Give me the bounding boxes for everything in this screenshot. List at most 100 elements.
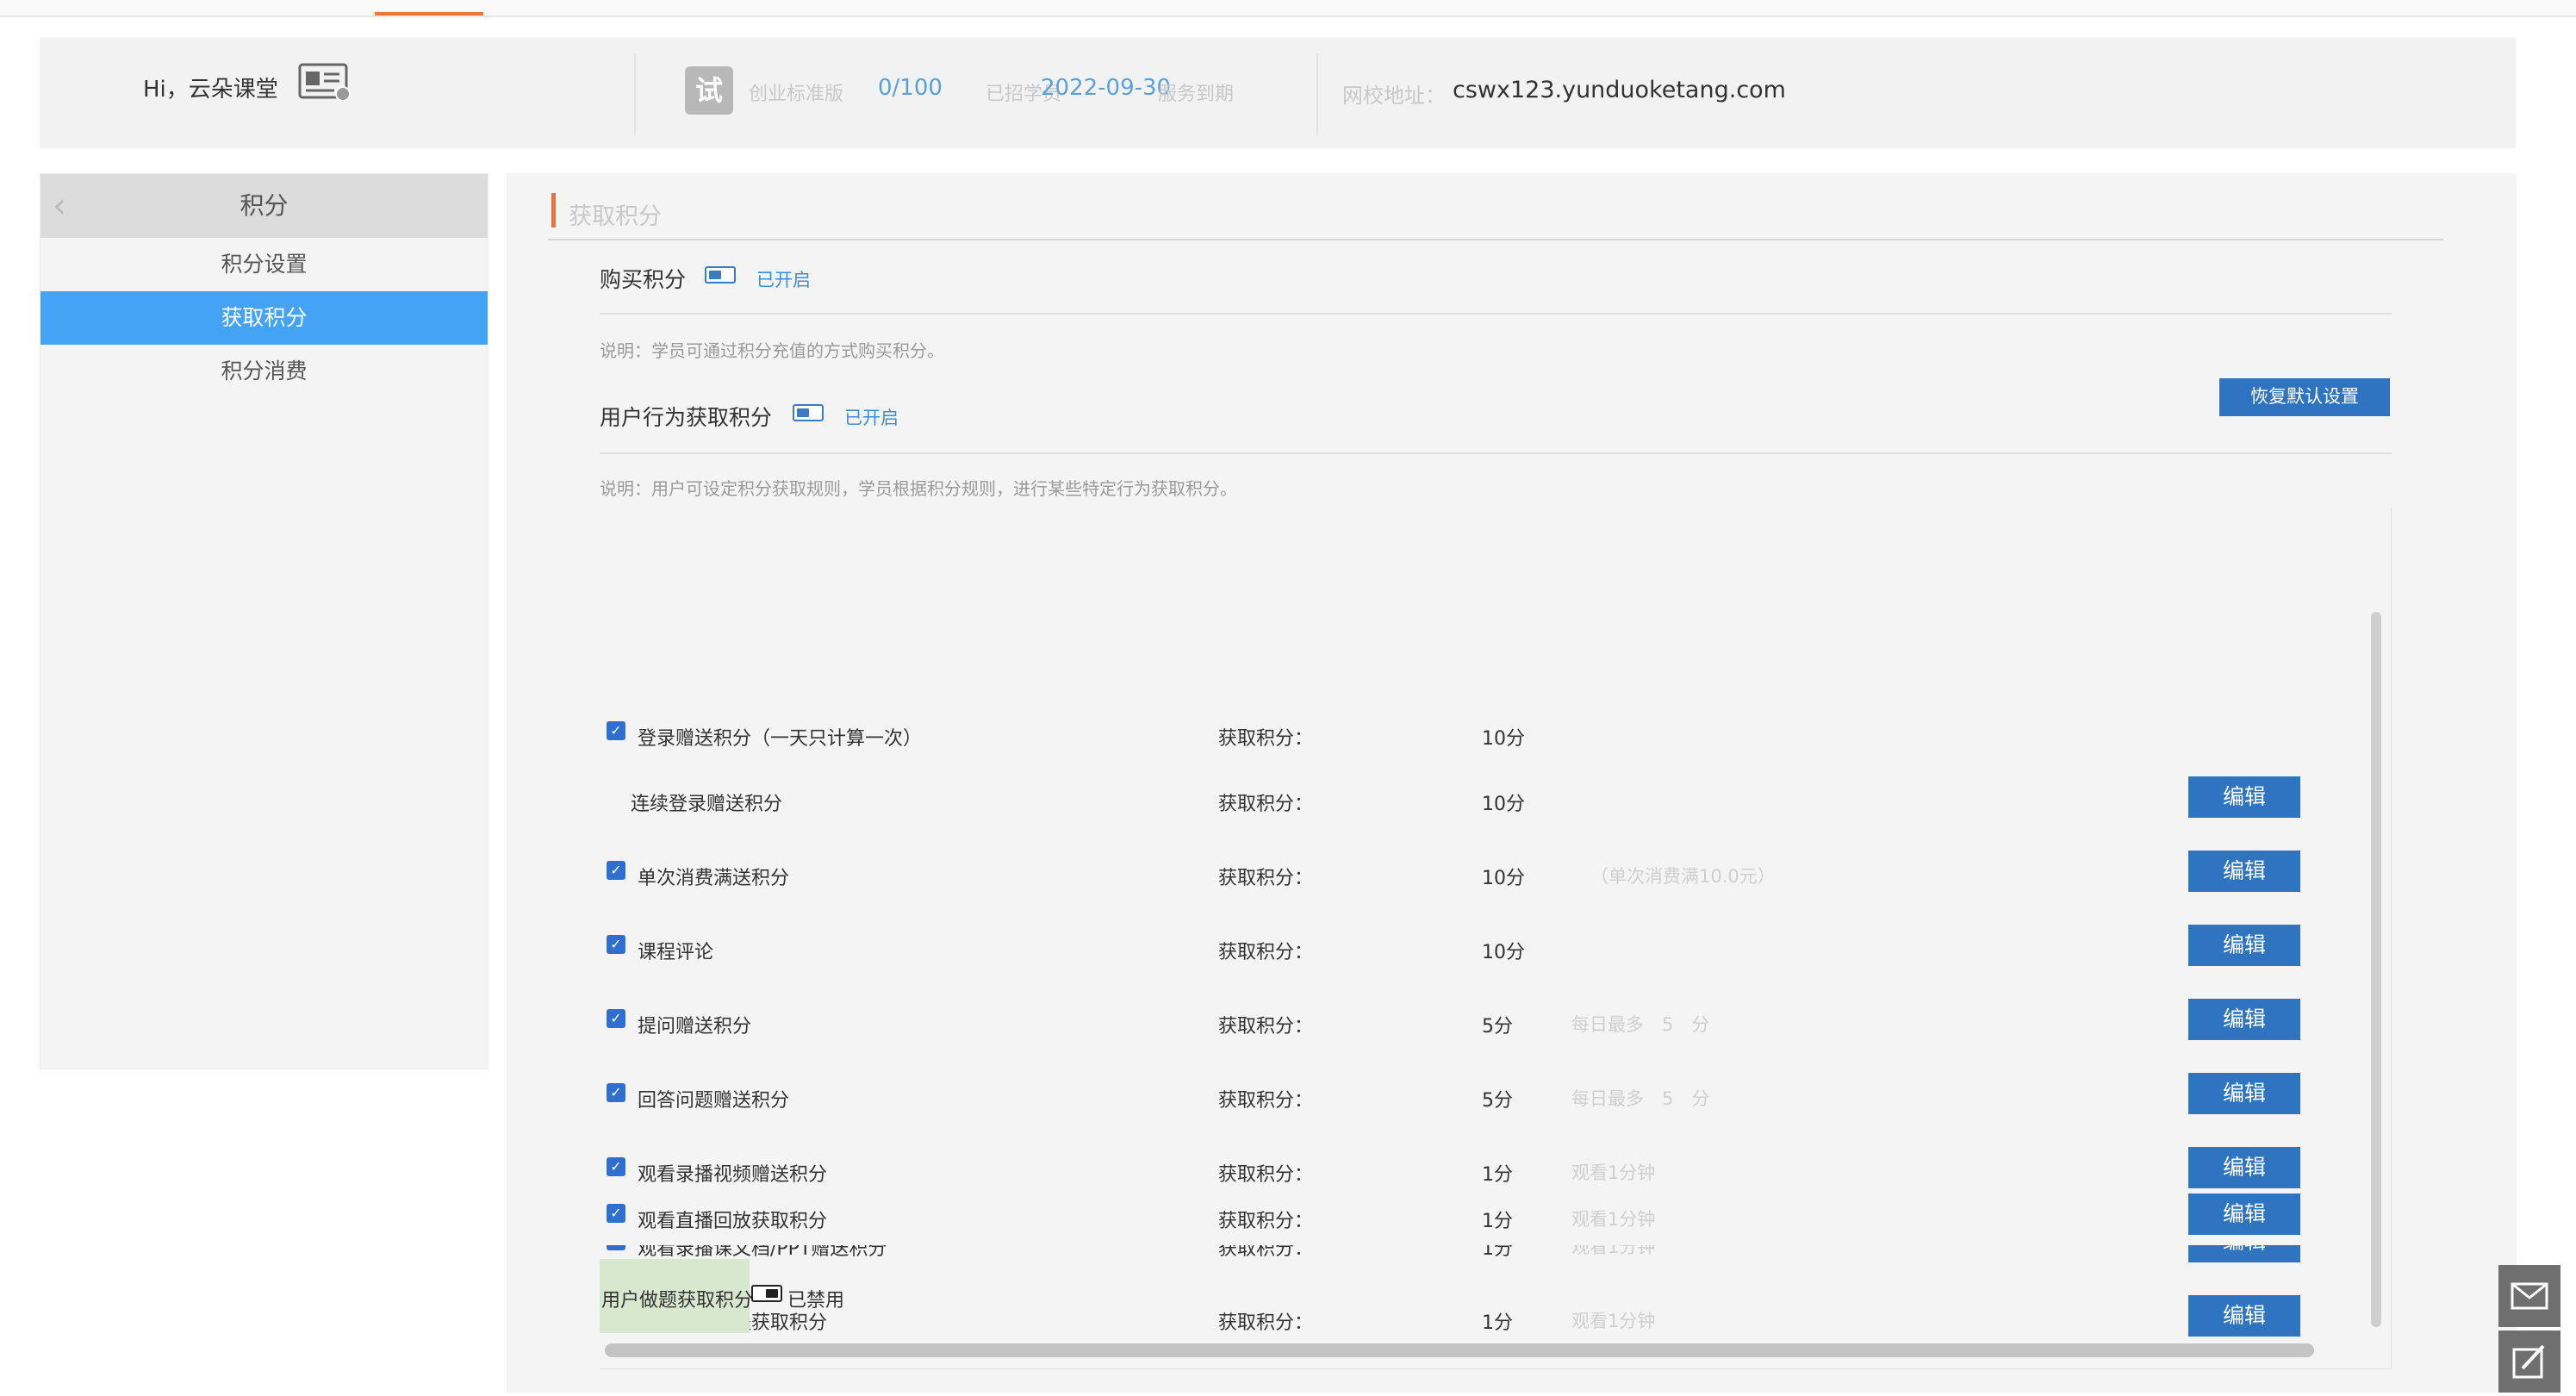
edit-button[interactable]: 编辑	[2188, 999, 2300, 1040]
rule-row: ✓ 回答问题赠送积分 获取积分： 5分 每日最多 5 分 编辑	[600, 1073, 2357, 1125]
edit-button[interactable]: 编辑	[2188, 776, 2300, 818]
rule-points-value: 10分	[1482, 868, 1525, 889]
header-divider	[634, 53, 636, 135]
rule-name: 回答问题赠送积分	[638, 1090, 790, 1112]
edit-button[interactable]: 编辑	[2188, 1073, 2300, 1114]
rule-name: 单次消费满送积分	[638, 868, 790, 889]
edit-note-icon	[2512, 1344, 2545, 1379]
rule-hint: 每日最多 5 分	[1571, 1014, 1710, 1035]
sidebar-title: 积分	[240, 191, 289, 220]
restore-default-button[interactable]: 恢复默认设置	[2219, 378, 2390, 416]
vertical-scrollbar[interactable]	[2371, 612, 2381, 1327]
rule-points-value: 10分	[1482, 942, 1525, 963]
rule-points-label: 获取积分：	[1218, 794, 1314, 815]
rule-points-label: 获取积分：	[1218, 1164, 1314, 1186]
behavior-points-desc: 说明：用户可设定积分获取规则，学员根据积分规则，进行某些特定行为获取积分。	[600, 478, 1237, 499]
behavior-points-status: 已开启	[844, 408, 899, 428]
edit-button[interactable]: 编辑	[2188, 1193, 2300, 1235]
quiz-points-toggle[interactable]	[751, 1285, 782, 1302]
rule-points-value: 1分	[1482, 1211, 1513, 1232]
quiz-points-status: 已禁用	[787, 1290, 845, 1312]
rule-name: 观看录播视频赠送积分	[638, 1164, 828, 1186]
section-header: 获取积分	[548, 190, 2443, 240]
purchase-points-label: 购买积分	[600, 267, 687, 292]
purchase-points-desc: 说明：学员可通过积分充值的方式购买积分。	[600, 340, 944, 361]
toggle-knob	[797, 408, 809, 417]
checkbox[interactable]: ✓	[607, 1083, 625, 1102]
behavior-points-toggle[interactable]	[793, 404, 824, 421]
top-bar	[0, 0, 2576, 17]
header-panel: Hi，云朵课堂 试 创业标准版 0/100 已招学员 2022-09-30 服务…	[40, 37, 2516, 148]
rule-points-label: 获取积分：	[1218, 728, 1314, 750]
divider	[600, 313, 2392, 315]
purchase-points-status: 已开启	[756, 270, 811, 290]
rules-lower: ✓ 观看直播回放获取积分 获取积分： 1分 观看1分钟 编辑 用户做题获取积分 …	[600, 1193, 2392, 1393]
rule-hint: （单次消费满10.0元）	[1590, 866, 1776, 887]
id-card-icon[interactable]	[298, 63, 352, 101]
rule-points-value: 10分	[1482, 794, 1525, 815]
checkbox[interactable]: ✓	[607, 1157, 625, 1176]
sidebar-item-points-spending[interactable]: 积分消费	[40, 345, 488, 398]
plan-name: 创业标准版	[749, 84, 844, 105]
sidebar-item-points-settings[interactable]: 积分设置	[40, 238, 488, 291]
rule-points-value: 1分	[1482, 1164, 1513, 1186]
checkbox[interactable]: ✓	[607, 861, 625, 880]
active-nav-indicator	[375, 12, 483, 16]
mail-button[interactable]	[2498, 1265, 2560, 1327]
rule-row: ✓ 观看录播视频赠送积分 获取积分： 1分 观看1分钟 编辑	[600, 1147, 2357, 1199]
mail-icon	[2511, 1282, 2548, 1310]
rule-hint: 观看1分钟	[1571, 1209, 1656, 1230]
rule-row: ✓ 单次消费满送积分 获取积分： 10分 （单次消费满10.0元） 编辑	[600, 851, 2357, 902]
rule-points-value: 5分	[1482, 1090, 1513, 1112]
purchase-points-toggle[interactable]	[705, 266, 736, 284]
rule-hint: 每日最多 5 分	[1571, 1088, 1710, 1109]
behavior-points-label: 用户行为获取积分	[600, 405, 773, 430]
section-title: 获取积分	[569, 203, 662, 230]
edit-button[interactable]: 编辑	[2188, 925, 2300, 966]
sidebar: ‹ 积分 积分设置 获取积分 积分消费	[40, 173, 488, 1069]
rule-points-label: 获取积分：	[1218, 1016, 1314, 1038]
rule-row: ✓ 课程评论 获取积分： 10分 编辑	[600, 925, 2357, 976]
rule-hint: 观看1分钟	[1571, 1162, 1656, 1183]
checkbox[interactable]: ✓	[607, 721, 625, 740]
rule-points-label: 获取积分：	[1218, 1211, 1314, 1232]
rule-name: 观看直播回放获取积分	[638, 1211, 828, 1232]
edit-button[interactable]: 编辑	[2188, 851, 2300, 892]
trial-badge: 试	[685, 66, 733, 115]
rule-name: 提问赠送积分	[638, 1016, 752, 1038]
students-count: 0/100	[878, 75, 943, 101]
horizontal-scrollbar[interactable]	[605, 1343, 2314, 1357]
school-url[interactable]: cswx123.yunduoketang.com	[1453, 77, 1786, 103]
expire-label: 服务到期	[1158, 84, 1235, 105]
checkbox[interactable]: ✓	[607, 935, 625, 954]
rule-points-label: 获取积分：	[1218, 942, 1314, 963]
rule-points-value: 10分	[1482, 728, 1525, 750]
edit-note-button[interactable]	[2498, 1331, 2560, 1393]
rule-points-label: 获取积分：	[1218, 1090, 1314, 1112]
rule-points-label: 获取积分：	[1218, 868, 1314, 889]
rule-row: ✓ 提问赠送积分 获取积分： 5分 每日最多 5 分 编辑	[600, 999, 2357, 1050]
rule-name: 连续登录赠送积分	[631, 794, 783, 815]
expire-date: 2022-09-30	[1041, 75, 1172, 101]
section-accent-bar	[551, 193, 556, 227]
sidebar-header: ‹ 积分	[40, 174, 488, 238]
toggle-knob	[709, 271, 721, 279]
rule-row: ✓ 观看直播回放获取积分 获取积分： 1分 观看1分钟 编辑	[600, 1193, 2357, 1245]
chevron-left-icon[interactable]: ‹	[53, 174, 66, 238]
rule-name: 登录赠送积分（一天只计算一次）	[638, 728, 923, 750]
school-url-label: 网校地址：	[1342, 84, 1446, 108]
sidebar-item-earn-points[interactable]: 获取积分	[40, 291, 488, 345]
greeting: Hi，云朵课堂	[143, 77, 278, 103]
edit-button[interactable]: 编辑	[2188, 1147, 2300, 1188]
checkbox[interactable]: ✓	[607, 1009, 625, 1028]
rule-name: 课程评论	[638, 942, 714, 963]
quiz-points-label: 用户做题获取积分	[601, 1290, 754, 1312]
checkbox[interactable]: ✓	[607, 1204, 625, 1223]
toggle-knob	[766, 1289, 778, 1298]
rule-row: ✓ 登录赠送积分（一天只计算一次） 获取积分： 10分	[600, 711, 2357, 763]
header-divider	[1316, 53, 1318, 135]
divider	[600, 452, 2392, 454]
rule-row: 连续登录赠送积分 获取积分： 10分 编辑	[600, 776, 2357, 828]
quiz-points-row: 用户做题获取积分 已禁用	[600, 1259, 1461, 1333]
rule-points-value: 5分	[1482, 1016, 1513, 1038]
